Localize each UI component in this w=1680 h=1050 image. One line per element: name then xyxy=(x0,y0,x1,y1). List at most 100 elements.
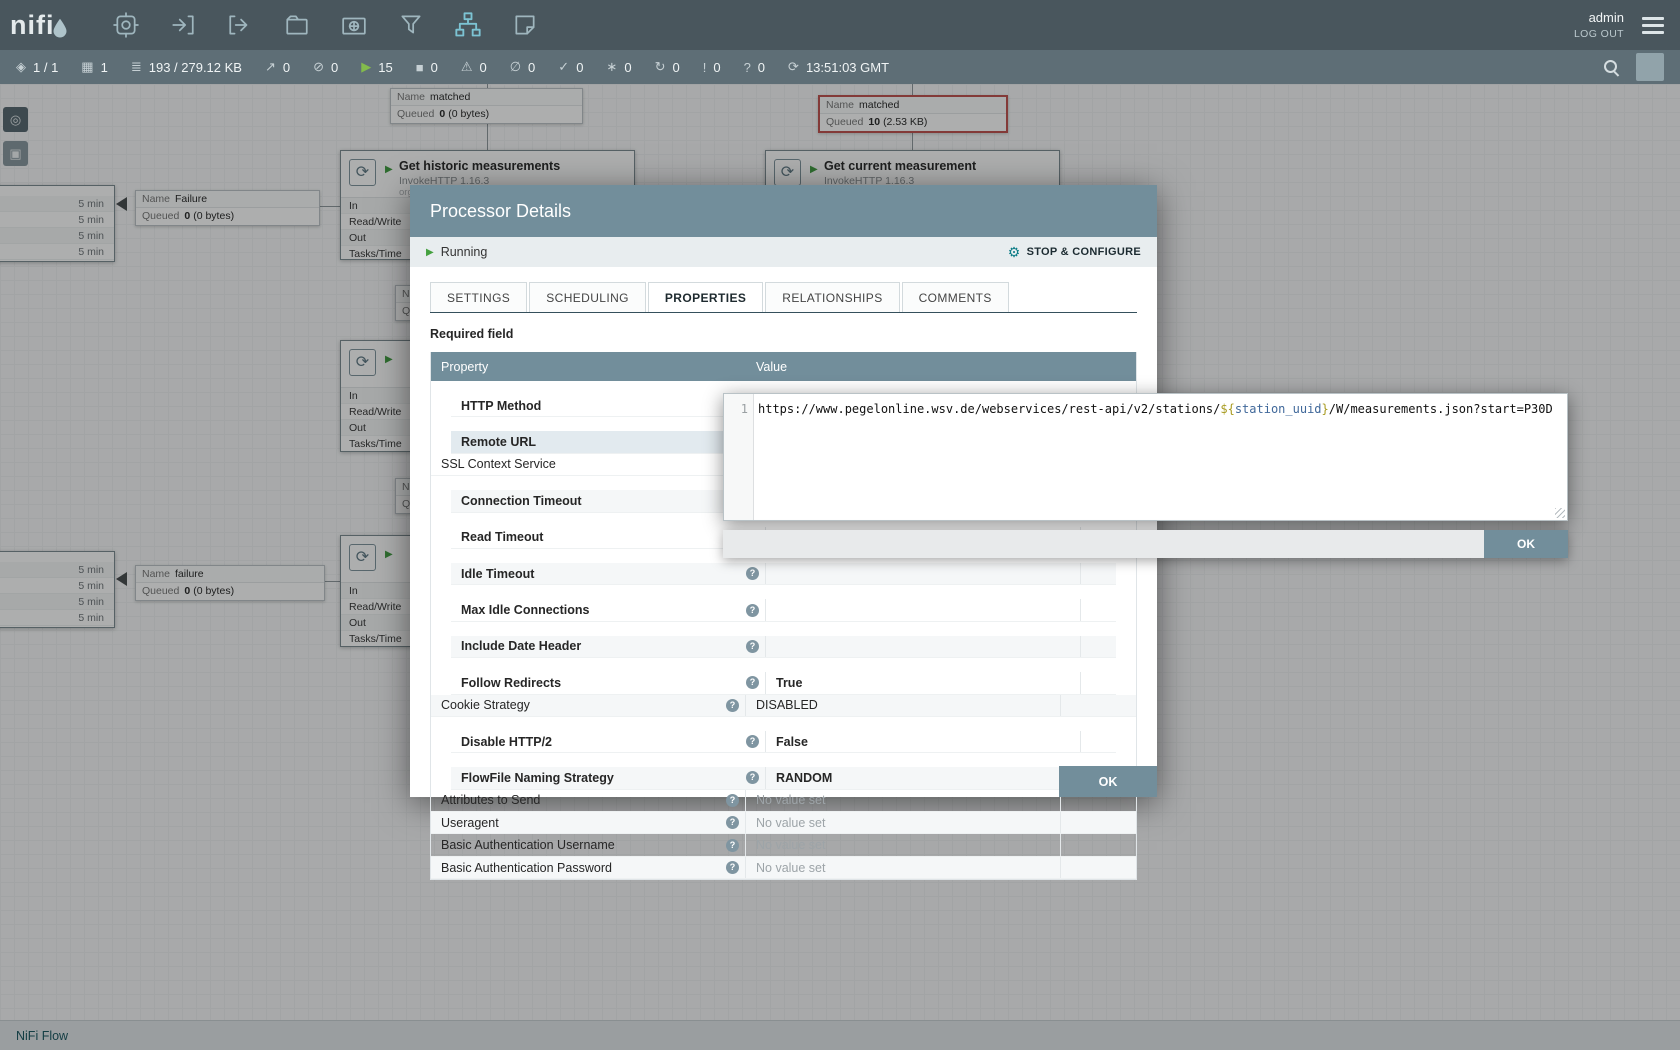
property-name: Attributes to Send xyxy=(441,793,540,807)
stopped-icon: ■ xyxy=(416,60,424,75)
url-text-suffix: /W/measurements.json?start=P30D xyxy=(1329,402,1553,416)
status-value: 0 xyxy=(624,60,631,75)
input-port-icon xyxy=(170,12,196,38)
property-row[interactable]: Basic Authentication Username ? No value… xyxy=(431,834,1136,856)
status-item: ▦ 1 xyxy=(81,59,108,75)
nifi-logo-text: nifi xyxy=(10,12,55,39)
property-row[interactable]: Idle Timeout ? xyxy=(451,563,1116,585)
processor-tool-button[interactable] xyxy=(108,7,144,43)
help-icon[interactable]: ? xyxy=(726,794,739,807)
help-icon[interactable]: ? xyxy=(746,640,759,653)
settings-button[interactable] xyxy=(1636,53,1664,81)
property-value: No value set xyxy=(756,861,825,875)
flow-status-bar: ◈ 1 / 1 ▦ 1 ≣ 193 / 279.12 KB ↗ 0 ⊘ 0 xyxy=(0,50,1680,84)
remote-process-group-tool-button[interactable] xyxy=(336,7,372,43)
running-status-text: Running xyxy=(441,245,488,259)
status-value: 193 / 279.12 KB xyxy=(149,60,242,75)
property-row[interactable]: Follow Redirects ? True xyxy=(451,672,1116,694)
editor-ok-button[interactable]: OK xyxy=(1484,530,1568,558)
dialog-header: Processor Details xyxy=(410,185,1157,237)
property-row[interactable]: Max Idle Connections ? xyxy=(451,599,1116,621)
tab[interactable]: SETTINGS xyxy=(430,282,527,312)
not-transmitting-icon: ⊘ xyxy=(313,59,324,75)
property-value: False xyxy=(776,735,808,749)
help-icon[interactable]: ? xyxy=(746,735,759,748)
locally-modified-stale-icon: ! xyxy=(703,60,707,75)
template-icon xyxy=(454,11,482,39)
status-value: 0 xyxy=(576,60,583,75)
help-icon[interactable]: ? xyxy=(746,676,759,689)
help-icon[interactable]: ? xyxy=(746,567,759,580)
status-item: ⚠ 0 xyxy=(461,59,487,75)
help-icon[interactable]: ? xyxy=(726,861,739,874)
tab[interactable]: SCHEDULING xyxy=(529,282,646,312)
help-icon[interactable]: ? xyxy=(746,771,759,784)
property-name: FlowFile Naming Strategy xyxy=(461,771,614,785)
tab[interactable]: RELATIONSHIPS xyxy=(765,282,899,312)
property-name: Include Date Header xyxy=(461,639,581,653)
active-threads-icon: ▦ xyxy=(81,59,93,75)
property-row[interactable]: Cookie Strategy ? DISABLED xyxy=(431,695,1136,717)
dialog-ok-button[interactable]: OK xyxy=(1059,766,1157,797)
help-icon[interactable]: ? xyxy=(726,839,739,852)
locally-modified-icon: ∗ xyxy=(606,59,617,75)
help-icon[interactable]: ? xyxy=(726,699,739,712)
stop-and-configure-button[interactable]: ⚙ STOP & CONFIGURE xyxy=(1008,244,1141,261)
property-row[interactable]: Useragent ? No value set xyxy=(431,812,1136,834)
property-row[interactable]: Basic Authentication Password ? No value… xyxy=(431,857,1136,879)
status-value: 13:51:03 GMT xyxy=(806,60,889,75)
status-item: ◈ 1 / 1 xyxy=(16,59,58,75)
dialog-title: Processor Details xyxy=(430,201,571,221)
status-value: 0 xyxy=(283,60,290,75)
value-editor-input[interactable]: https://www.pegelonline.wsv.de/webservic… xyxy=(754,394,1567,520)
resize-handle-icon[interactable] xyxy=(1555,508,1565,518)
property-name: Basic Authentication Username xyxy=(441,838,615,852)
process-group-tool-button[interactable] xyxy=(279,7,315,43)
funnel-icon xyxy=(398,12,424,38)
status-item: ✓ 0 xyxy=(558,59,583,75)
property-value: DISABLED xyxy=(756,698,818,712)
property-name: Disable HTTP/2 xyxy=(461,735,552,749)
logout-link[interactable]: LOG OUT xyxy=(1574,28,1624,40)
property-row[interactable]: Disable HTTP/2 ? False xyxy=(451,731,1116,753)
nifi-logo: nifi xyxy=(0,12,78,39)
status-item[interactable]: ⟳ 13:51:03 GMT xyxy=(788,59,889,75)
input-port-tool-button[interactable] xyxy=(165,7,201,43)
table-header: Property Value xyxy=(431,352,1136,381)
running-status-icon: ▶ xyxy=(426,247,434,258)
property-name: Follow Redirects xyxy=(461,676,561,690)
status-value: 15 xyxy=(378,60,392,75)
status-value: 0 xyxy=(758,60,765,75)
output-port-icon xyxy=(227,12,253,38)
stop-configure-icon: ⚙ xyxy=(1008,244,1021,261)
disabled-icon: ∅ xyxy=(510,59,521,75)
status-value: 0 xyxy=(672,60,679,75)
template-tool-button[interactable] xyxy=(450,7,486,43)
property-name: Idle Timeout xyxy=(461,567,534,581)
funnel-tool-button[interactable] xyxy=(393,7,429,43)
property-name: HTTP Method xyxy=(461,399,541,413)
editor-gutter: 1 xyxy=(724,394,754,520)
status-item: ↗ 0 xyxy=(265,59,290,75)
label-tool-button[interactable] xyxy=(507,7,543,43)
value-editor-popup: 1 https://www.pegelonline.wsv.de/webserv… xyxy=(723,393,1568,521)
dialog-status-row: ▶ Running ⚙ STOP & CONFIGURE xyxy=(410,237,1157,267)
el-close-delimiter: } xyxy=(1322,402,1329,416)
running-icon: ▶ xyxy=(361,59,371,75)
connected-nodes-icon: ◈ xyxy=(16,59,26,75)
status-value: 0 xyxy=(528,60,535,75)
help-icon[interactable]: ? xyxy=(746,604,759,617)
property-row[interactable]: FlowFile Naming Strategy ? RANDOM xyxy=(451,767,1116,789)
top-toolbar: nifi admin LOG OUT xyxy=(0,0,1680,50)
property-row[interactable]: Include Date Header ? xyxy=(451,636,1116,658)
property-row[interactable]: Attributes to Send ? No value set xyxy=(431,790,1136,812)
component-toolbar xyxy=(108,7,543,43)
search-icon[interactable] xyxy=(1603,59,1620,76)
help-icon[interactable]: ? xyxy=(726,816,739,829)
processor-icon xyxy=(113,12,139,38)
global-menu-icon[interactable] xyxy=(1642,17,1664,34)
line-number: 1 xyxy=(741,402,748,416)
output-port-tool-button[interactable] xyxy=(222,7,258,43)
tab[interactable]: COMMENTS xyxy=(902,282,1009,312)
tab[interactable]: PROPERTIES xyxy=(648,282,763,312)
